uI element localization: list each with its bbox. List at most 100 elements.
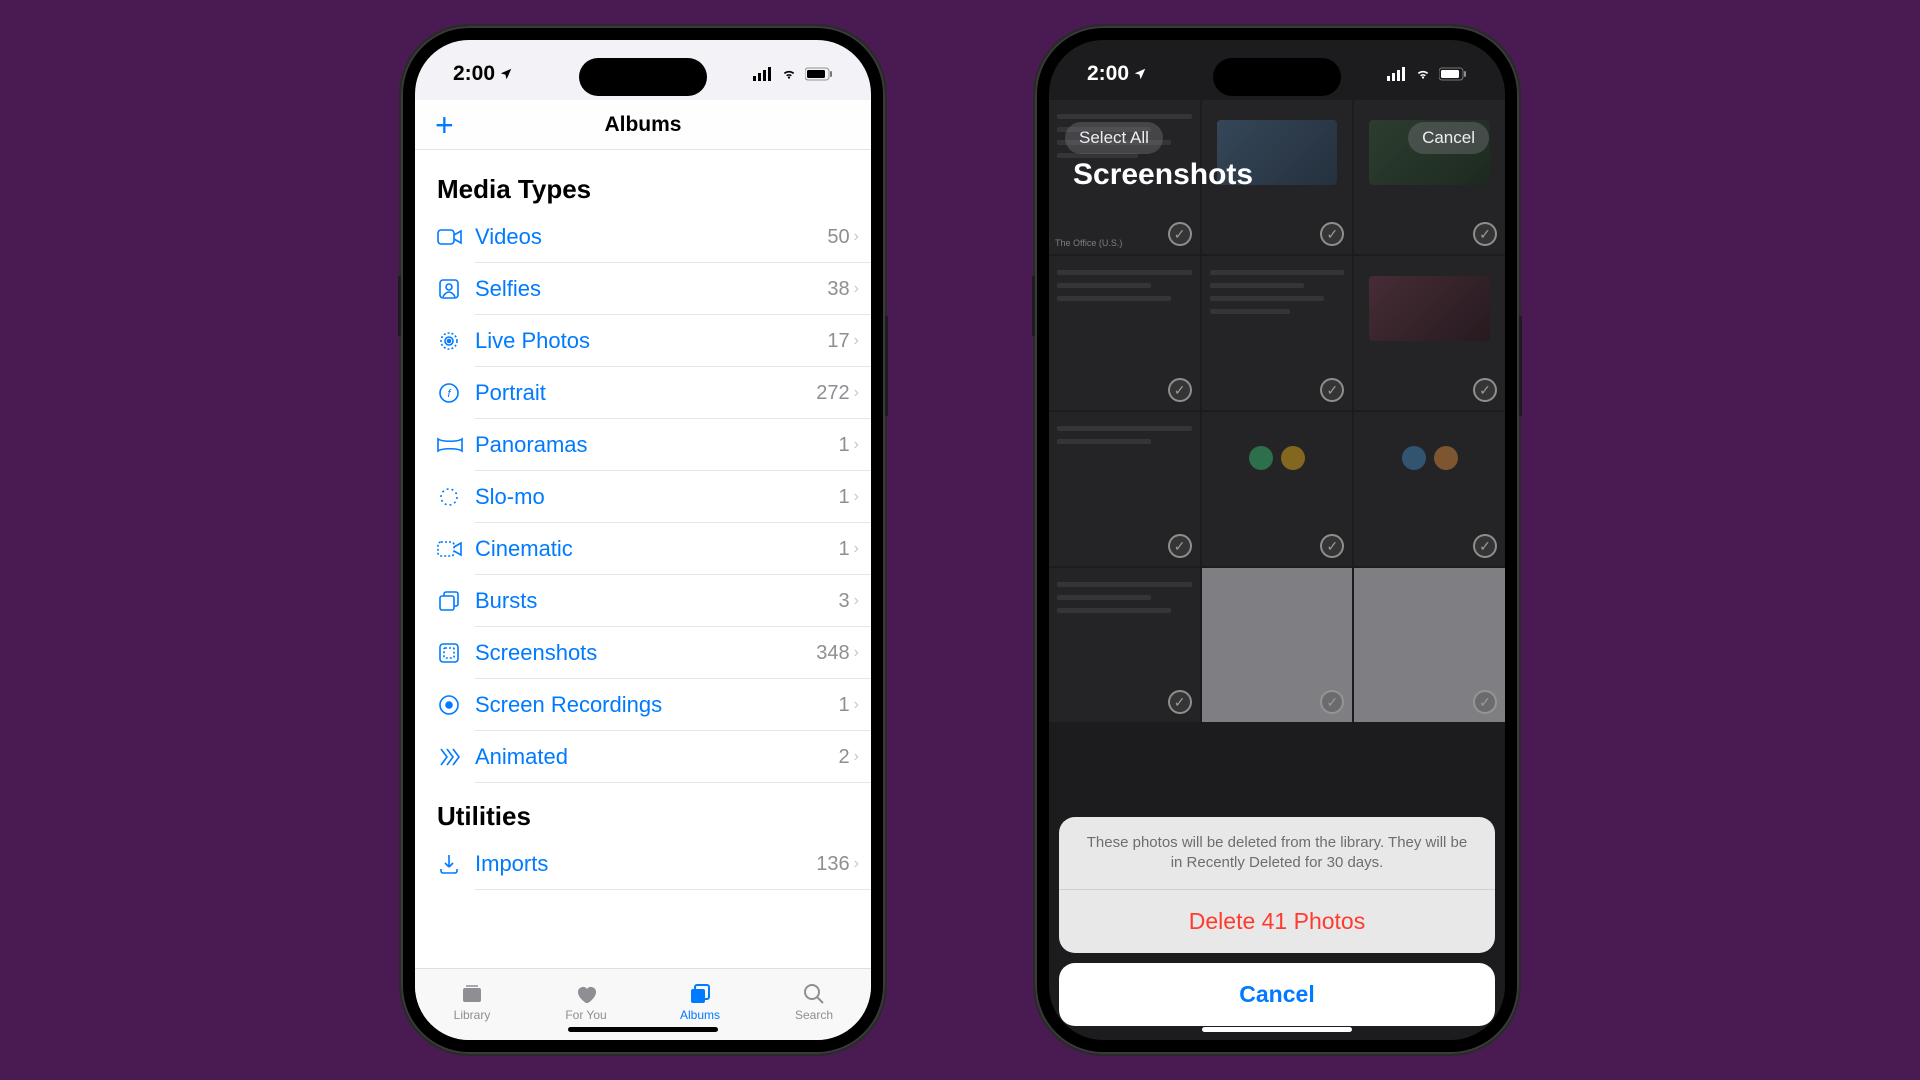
thumbnail[interactable]: ✓: [1202, 412, 1353, 566]
row-portrait[interactable]: f Portrait 272 ›: [415, 367, 871, 419]
chevron-right-icon: ›: [854, 384, 859, 402]
slomo-icon: [437, 485, 469, 509]
row-label: Videos: [469, 224, 827, 250]
row-label: Portrait: [469, 380, 816, 406]
selfies-icon: [437, 277, 469, 301]
thumbnail[interactable]: ✓: [1049, 412, 1200, 566]
row-label: Selfies: [469, 276, 827, 302]
tab-label: Search: [795, 1008, 833, 1022]
chevron-right-icon: ›: [854, 228, 859, 246]
row-slomo[interactable]: Slo-mo 1 ›: [415, 471, 871, 523]
thumbnail[interactable]: ✓: [1202, 568, 1353, 722]
screenshots-icon: [437, 641, 469, 665]
checkmark-icon: ✓: [1320, 222, 1344, 246]
cinematic-icon: [437, 539, 469, 559]
row-screenshots[interactable]: Screenshots 348 ›: [415, 627, 871, 679]
tab-albums[interactable]: Albums: [643, 969, 757, 1034]
thumbnail[interactable]: ✓: [1354, 412, 1505, 566]
location-icon: [499, 67, 513, 81]
cancel-selection-button[interactable]: Cancel: [1408, 122, 1489, 154]
select-all-button[interactable]: Select All: [1065, 122, 1163, 154]
chevron-right-icon: ›: [854, 540, 859, 558]
tab-library[interactable]: Library: [415, 969, 529, 1034]
nav-title: Albums: [604, 113, 681, 137]
row-count: 348: [816, 642, 849, 665]
wifi-icon: [779, 67, 799, 81]
chevron-right-icon: ›: [854, 696, 859, 714]
row-label: Imports: [469, 851, 816, 877]
section-utilities: Utilities: [415, 783, 871, 838]
row-label: Panoramas: [469, 432, 839, 458]
thumbnail[interactable]: ✓: [1202, 256, 1353, 410]
animated-icon: [437, 745, 469, 769]
sheet-group: These photos will be deleted from the li…: [1059, 817, 1495, 954]
checkmark-icon: ✓: [1168, 534, 1192, 558]
thumbnail[interactable]: ✓: [1354, 256, 1505, 410]
chevron-right-icon: ›: [854, 748, 859, 766]
checkmark-icon: ✓: [1168, 222, 1192, 246]
row-label: Animated: [469, 744, 839, 770]
cellular-icon: [753, 67, 773, 81]
dynamic-island: [579, 58, 707, 96]
status-time: 2:00: [453, 62, 495, 86]
chevron-right-icon: ›: [854, 592, 859, 610]
phone-albums: 2:00 + Albums Media Typ: [401, 26, 885, 1054]
bursts-icon: [437, 589, 469, 613]
row-label: Screenshots: [469, 640, 816, 666]
row-selfies[interactable]: Selfies 38 ›: [415, 263, 871, 315]
row-count: 1: [839, 694, 850, 717]
row-videos[interactable]: Videos 50 ›: [415, 211, 871, 263]
status-time: 2:00: [1087, 62, 1129, 86]
checkmark-icon: ✓: [1473, 222, 1497, 246]
row-screenrecordings[interactable]: Screen Recordings 1 ›: [415, 679, 871, 731]
row-livephotos[interactable]: Live Photos 17 ›: [415, 315, 871, 367]
location-icon: [1133, 67, 1147, 81]
delete-photos-button[interactable]: Delete 41 Photos: [1059, 890, 1495, 953]
checkmark-icon: ✓: [1473, 378, 1497, 402]
chevron-right-icon: ›: [854, 280, 859, 298]
thumbnail[interactable]: ✓: [1049, 568, 1200, 722]
add-button[interactable]: +: [435, 109, 454, 141]
row-cinematic[interactable]: Cinematic 1 ›: [415, 523, 871, 575]
tab-label: Library: [454, 1008, 491, 1022]
row-panoramas[interactable]: Panoramas 1 ›: [415, 419, 871, 471]
home-indicator[interactable]: [1202, 1027, 1352, 1032]
chevron-right-icon: ›: [854, 644, 859, 662]
row-count: 136: [816, 853, 849, 876]
row-count: 38: [827, 278, 849, 301]
row-count: 1: [839, 486, 850, 509]
row-label: Bursts: [469, 588, 839, 614]
phone-screenshots: 2:00 Select All Cancel Screensh: [1035, 26, 1519, 1054]
row-count: 1: [839, 538, 850, 561]
panoramas-icon: [437, 436, 469, 454]
imports-icon: [437, 852, 469, 876]
videos-icon: [437, 227, 469, 247]
row-bursts[interactable]: Bursts 3 ›: [415, 575, 871, 627]
sheet-message: These photos will be deleted from the li…: [1059, 817, 1495, 891]
tab-label: Albums: [680, 1008, 720, 1022]
checkmark-icon: ✓: [1168, 378, 1192, 402]
albums-content[interactable]: Media Types Videos 50 › Selfies 38 › Liv…: [415, 150, 871, 968]
row-label: Live Photos: [469, 328, 827, 354]
thumbnail[interactable]: ✓: [1354, 568, 1505, 722]
tab-foryou[interactable]: For You: [529, 969, 643, 1034]
home-indicator[interactable]: [568, 1027, 718, 1032]
screenrecordings-icon: [437, 693, 469, 717]
delete-action-sheet: These photos will be deleted from the li…: [1059, 817, 1495, 1027]
row-label: Cinematic: [469, 536, 839, 562]
row-imports[interactable]: Imports 136 ›: [415, 838, 871, 890]
tab-label: For You: [565, 1008, 606, 1022]
tab-search[interactable]: Search: [757, 969, 871, 1034]
checkmark-icon: ✓: [1473, 534, 1497, 558]
row-label: Slo-mo: [469, 484, 839, 510]
portrait-icon: f: [437, 381, 469, 405]
row-count: 50: [827, 226, 849, 249]
thumbnail[interactable]: ✓: [1049, 256, 1200, 410]
section-media-types: Media Types: [415, 156, 871, 211]
checkmark-icon: ✓: [1320, 690, 1344, 714]
livephotos-icon: [437, 329, 469, 353]
chevron-right-icon: ›: [854, 436, 859, 454]
cancel-button[interactable]: Cancel: [1059, 963, 1495, 1026]
row-animated[interactable]: Animated 2 ›: [415, 731, 871, 783]
checkmark-icon: ✓: [1320, 534, 1344, 558]
